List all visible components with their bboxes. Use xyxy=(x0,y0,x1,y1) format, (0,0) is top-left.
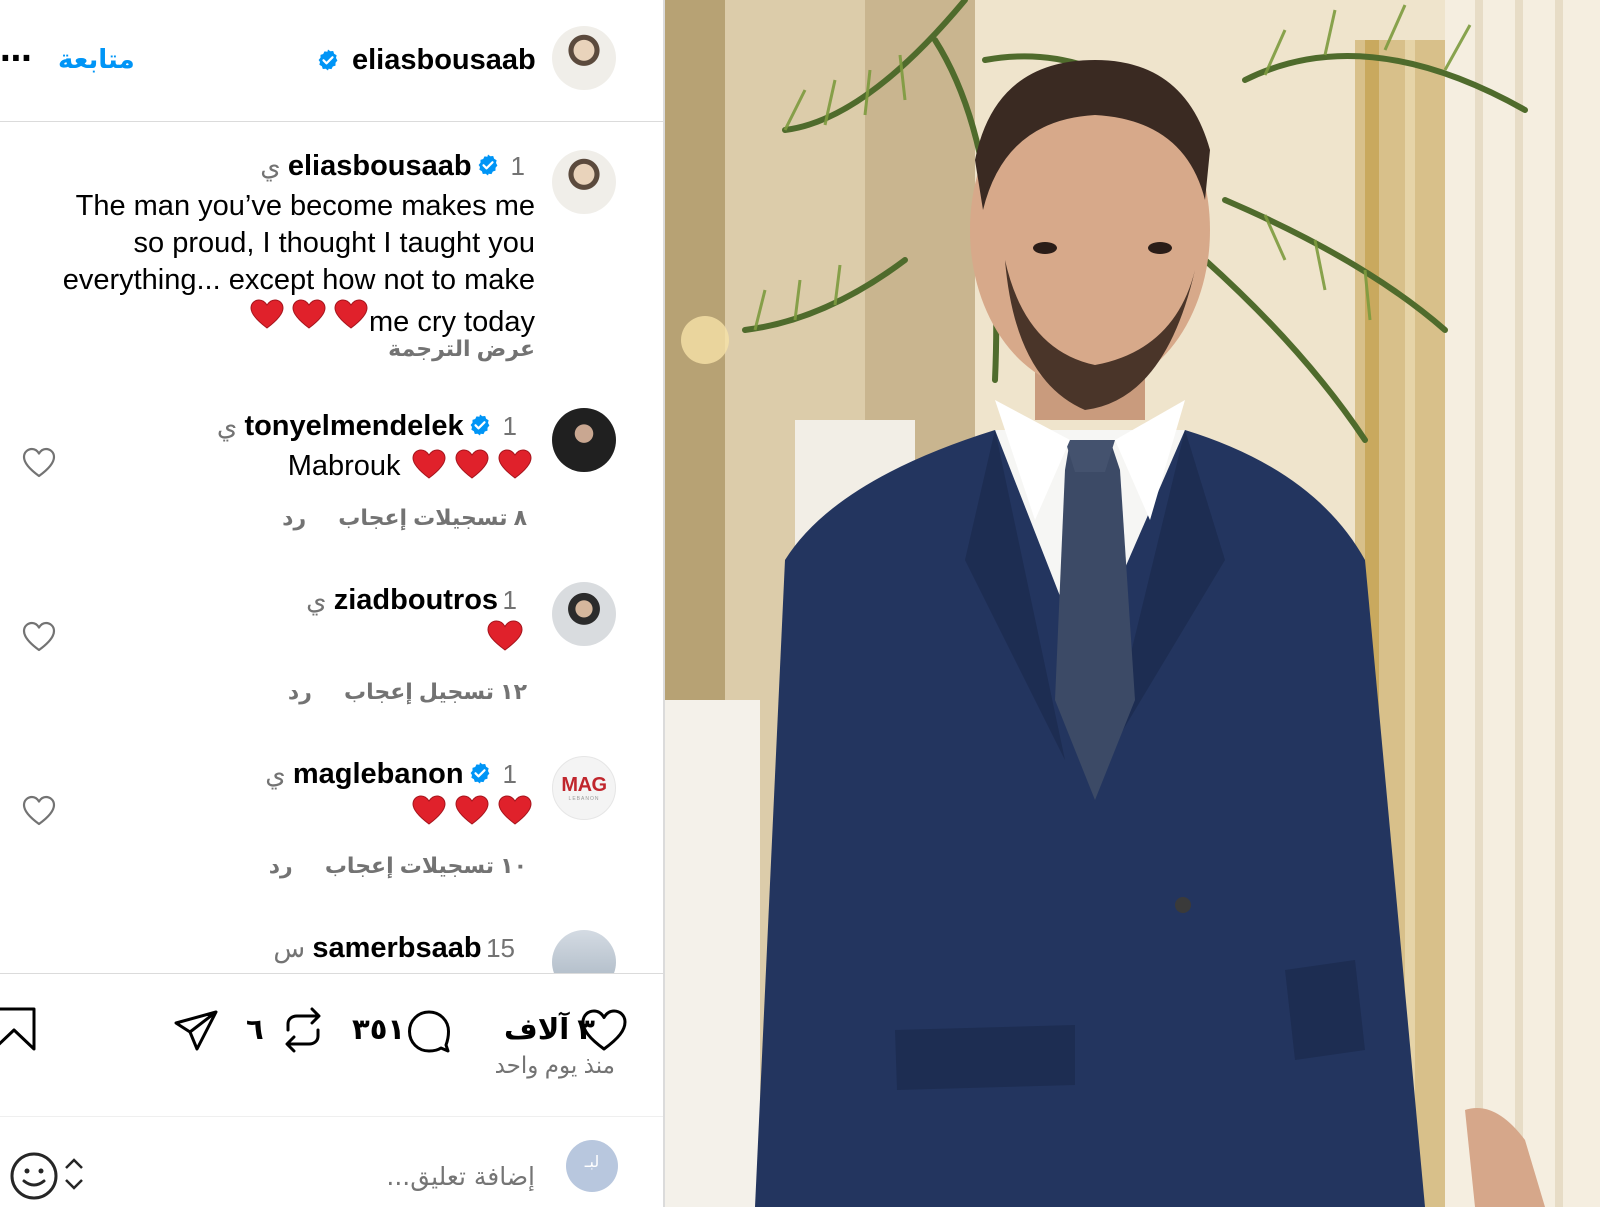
red-heart-emoji xyxy=(249,299,369,338)
comment-username[interactable]: samerbsaab xyxy=(312,932,481,964)
caption-header: eliasbousaab 1 ي xyxy=(260,150,535,183)
header-username[interactable]: eliasbousaab xyxy=(352,44,536,77)
comment-body: Mabrouk xyxy=(288,448,535,485)
reply-button[interactable]: رد xyxy=(269,853,293,878)
comment-meta: ٨ تسجيلات إعجاب رد xyxy=(282,505,527,531)
emoji-button[interactable] xyxy=(8,1146,88,1207)
mag-logo: MAG xyxy=(561,774,607,796)
caption-line: me cry today xyxy=(369,306,535,338)
see-translation-link[interactable]: عرض الترجمة xyxy=(388,336,535,362)
verified-icon xyxy=(468,413,492,437)
mag-logo-sub: LEBANON xyxy=(568,796,600,802)
comment-likes[interactable]: ١٠ تسجيلات إعجاب xyxy=(325,853,527,878)
comment-username[interactable]: ziadboutros xyxy=(334,584,498,616)
share-button[interactable] xyxy=(172,1008,220,1059)
heart-outline-icon xyxy=(22,447,56,478)
caption-last-line: me cry today xyxy=(63,299,535,341)
caption-username[interactable]: eliasbousaab xyxy=(288,150,472,182)
red-heart-emoji xyxy=(486,620,524,657)
likes-count[interactable]: ٣ آلاف xyxy=(504,1012,595,1047)
current-user-avatar-text: لبـ xyxy=(584,1152,600,1171)
comment-avatar[interactable] xyxy=(552,930,616,973)
like-comment-button[interactable] xyxy=(22,447,56,484)
caption-line: so proud, I thought I taught you xyxy=(133,227,535,259)
add-comment-divider xyxy=(0,1116,663,1117)
share-icon xyxy=(174,1010,218,1051)
comment-likes[interactable]: ٨ تسجيلات إعجاب xyxy=(338,505,527,530)
comment-meta: ١٢ تسجيل إعجاب رد xyxy=(288,679,527,705)
caption-line: everything... except how not to make xyxy=(62,264,535,296)
emoji-icon xyxy=(10,1152,83,1200)
comment-text: Mabrouk xyxy=(287,450,401,482)
reply-button[interactable]: رد xyxy=(282,505,306,530)
reply-button[interactable]: رد xyxy=(288,679,312,704)
verified-icon xyxy=(476,153,500,177)
comment-partial: samerbsaab 15 س xyxy=(0,920,663,973)
header-avatar[interactable] xyxy=(552,26,616,90)
repost-icon xyxy=(285,1007,321,1053)
post-time[interactable]: منذ يوم واحد xyxy=(495,1052,615,1079)
comment-avatar[interactable] xyxy=(552,408,616,472)
red-heart-emoji xyxy=(405,449,535,479)
save-button[interactable] xyxy=(0,1006,40,1057)
more-options-button[interactable]: ⋯ xyxy=(0,38,44,78)
comments-count[interactable]: ٣٥١ xyxy=(352,1012,405,1047)
actions-divider xyxy=(0,973,663,974)
comment-likes[interactable]: ١٢ تسجيل إعجاب xyxy=(344,679,527,704)
add-comment-input[interactable] xyxy=(110,1156,535,1196)
comment-username[interactable]: maglebanon xyxy=(293,758,464,790)
comment-button[interactable] xyxy=(406,1008,452,1059)
post-photo[interactable] xyxy=(665,0,1600,1207)
comment-header: maglebanon 1 ي xyxy=(265,758,527,791)
post-photo-illustration xyxy=(665,0,1600,1207)
verified-icon xyxy=(468,761,492,785)
caption-line: The man you’ve become makes me xyxy=(75,190,535,222)
follow-button[interactable]: متابعة xyxy=(58,44,135,75)
red-heart-emoji xyxy=(411,795,535,832)
comment-avatar[interactable]: MAG LEBANON xyxy=(552,756,616,820)
comment-header: samerbsaab 15 س xyxy=(273,932,525,965)
bookmark-icon xyxy=(0,1007,36,1051)
comment-username[interactable]: tonyelmendelek xyxy=(244,410,463,442)
comment-header: ziadboutros 1 ي xyxy=(306,584,527,617)
caption-text: The man you’ve become makes me so proud,… xyxy=(63,188,535,341)
like-comment-button[interactable] xyxy=(22,621,56,658)
repost-button[interactable] xyxy=(280,1006,326,1059)
comment-header: tonyelmendelek 1 ي xyxy=(217,410,527,443)
header-user[interactable]: eliasbousaab xyxy=(310,42,536,82)
comment-avatar[interactable] xyxy=(552,582,616,646)
header-divider xyxy=(0,121,663,122)
current-user-avatar[interactable]: لبـ xyxy=(566,1140,618,1192)
like-comment-button[interactable] xyxy=(22,795,56,832)
caption-avatar[interactable] xyxy=(552,150,616,214)
comment-icon xyxy=(408,1010,450,1053)
verified-icon xyxy=(316,48,340,72)
heart-outline-icon xyxy=(22,621,56,652)
post-side-panel: ⋯ متابعة eliasbousaab eliasbousaab 1 ي T… xyxy=(0,0,665,1207)
more-icon: ⋯ xyxy=(0,40,33,76)
heart-outline-icon xyxy=(22,795,56,826)
comment-meta: ١٠ تسجيلات إعجاب رد xyxy=(269,853,527,879)
reposts-count[interactable]: ٦ xyxy=(246,1012,264,1047)
